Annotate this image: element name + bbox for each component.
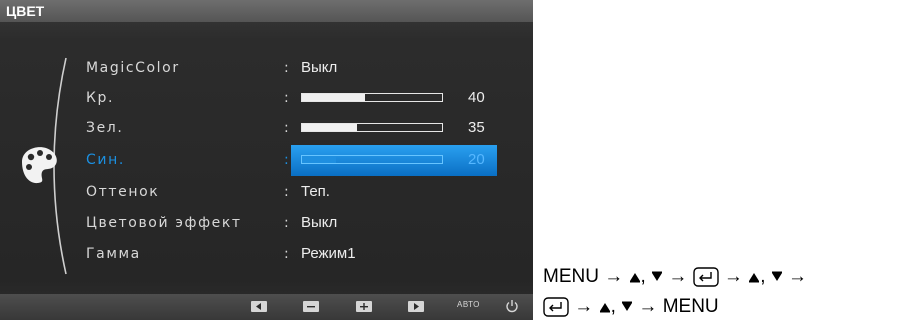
auto-label[interactable]: АВТО <box>457 300 480 309</box>
minus-icon[interactable] <box>303 301 319 312</box>
power-icon[interactable] <box>505 299 519 313</box>
separator: : <box>284 246 289 262</box>
item-value: Режим1 <box>301 245 356 262</box>
up-triangle-icon <box>599 303 610 313</box>
arrow: → <box>604 266 624 287</box>
osd-menu: ЦВЕТ MagicColor : Выкл Кр. : 40 Зел. : 3… <box>0 0 533 320</box>
menu-item-red[interactable]: Кр. : 40 <box>0 84 533 112</box>
arrow: → <box>788 266 808 287</box>
separator: : <box>284 152 289 168</box>
item-label: MagicColor <box>86 60 180 76</box>
down-triangle-icon <box>771 271 782 281</box>
menu-key-label: MENU <box>543 266 599 287</box>
separator: : <box>284 120 289 136</box>
menu-item-green[interactable]: Зел. : 35 <box>0 114 533 142</box>
enter-key-icon <box>692 267 719 287</box>
osd-footer: АВТО <box>0 294 533 320</box>
red-level-bar[interactable] <box>301 93 443 102</box>
arrow: → <box>668 266 688 287</box>
menu-key-label: MENU <box>662 296 719 317</box>
menu-title: ЦВЕТ <box>0 0 533 22</box>
instruction-line-1: MENU → , → → , → <box>543 262 903 292</box>
item-value: Выкл <box>301 214 338 231</box>
blue-level-bar[interactable] <box>301 155 443 164</box>
comma: , <box>760 266 766 287</box>
up-triangle-icon <box>749 273 760 283</box>
item-number: 40 <box>468 89 485 106</box>
separator: : <box>284 60 289 76</box>
comma: , <box>640 266 646 287</box>
down-triangle-icon <box>652 271 663 281</box>
arrow: → <box>638 296 658 317</box>
instruction-line-2: → , → MENU <box>543 292 903 322</box>
menu-item-magiccolor[interactable]: MagicColor : Выкл <box>0 54 533 82</box>
arrow: → <box>723 266 743 287</box>
item-number: 35 <box>468 119 485 136</box>
item-label: Син. <box>86 152 125 168</box>
navigation-instructions: MENU → , → → , → → , → MENU <box>543 262 903 322</box>
item-label: Цветовой эффект <box>86 215 242 231</box>
item-number: 20 <box>468 151 485 168</box>
bar-fill <box>302 124 357 131</box>
enter-key-icon <box>543 297 569 317</box>
item-value: Теп. <box>301 183 330 200</box>
left-arrow-icon[interactable] <box>251 301 267 312</box>
bar-fill <box>302 156 336 163</box>
item-label: Зел. <box>86 120 124 136</box>
menu-item-tint[interactable]: Оттенок : Теп. <box>0 178 533 206</box>
arrow: → <box>574 296 594 317</box>
item-label: Гамма <box>86 246 141 262</box>
menu-item-color-effect[interactable]: Цветовой эффект : Выкл <box>0 209 533 237</box>
item-label: Оттенок <box>86 184 160 200</box>
separator: : <box>284 215 289 231</box>
item-value: Выкл <box>301 59 338 76</box>
green-level-bar[interactable] <box>301 123 443 132</box>
right-arrow-icon[interactable] <box>408 301 424 312</box>
item-label: Кр. <box>86 90 115 106</box>
plus-icon[interactable] <box>356 301 372 312</box>
up-triangle-icon <box>629 273 640 283</box>
menu-item-blue[interactable]: Син. : 20 <box>0 146 533 174</box>
separator: : <box>284 90 289 106</box>
separator: : <box>284 184 289 200</box>
comma: , <box>610 296 616 317</box>
down-triangle-icon <box>622 301 633 311</box>
menu-item-gamma[interactable]: Гамма : Режим1 <box>0 240 533 268</box>
bar-fill <box>302 94 365 101</box>
